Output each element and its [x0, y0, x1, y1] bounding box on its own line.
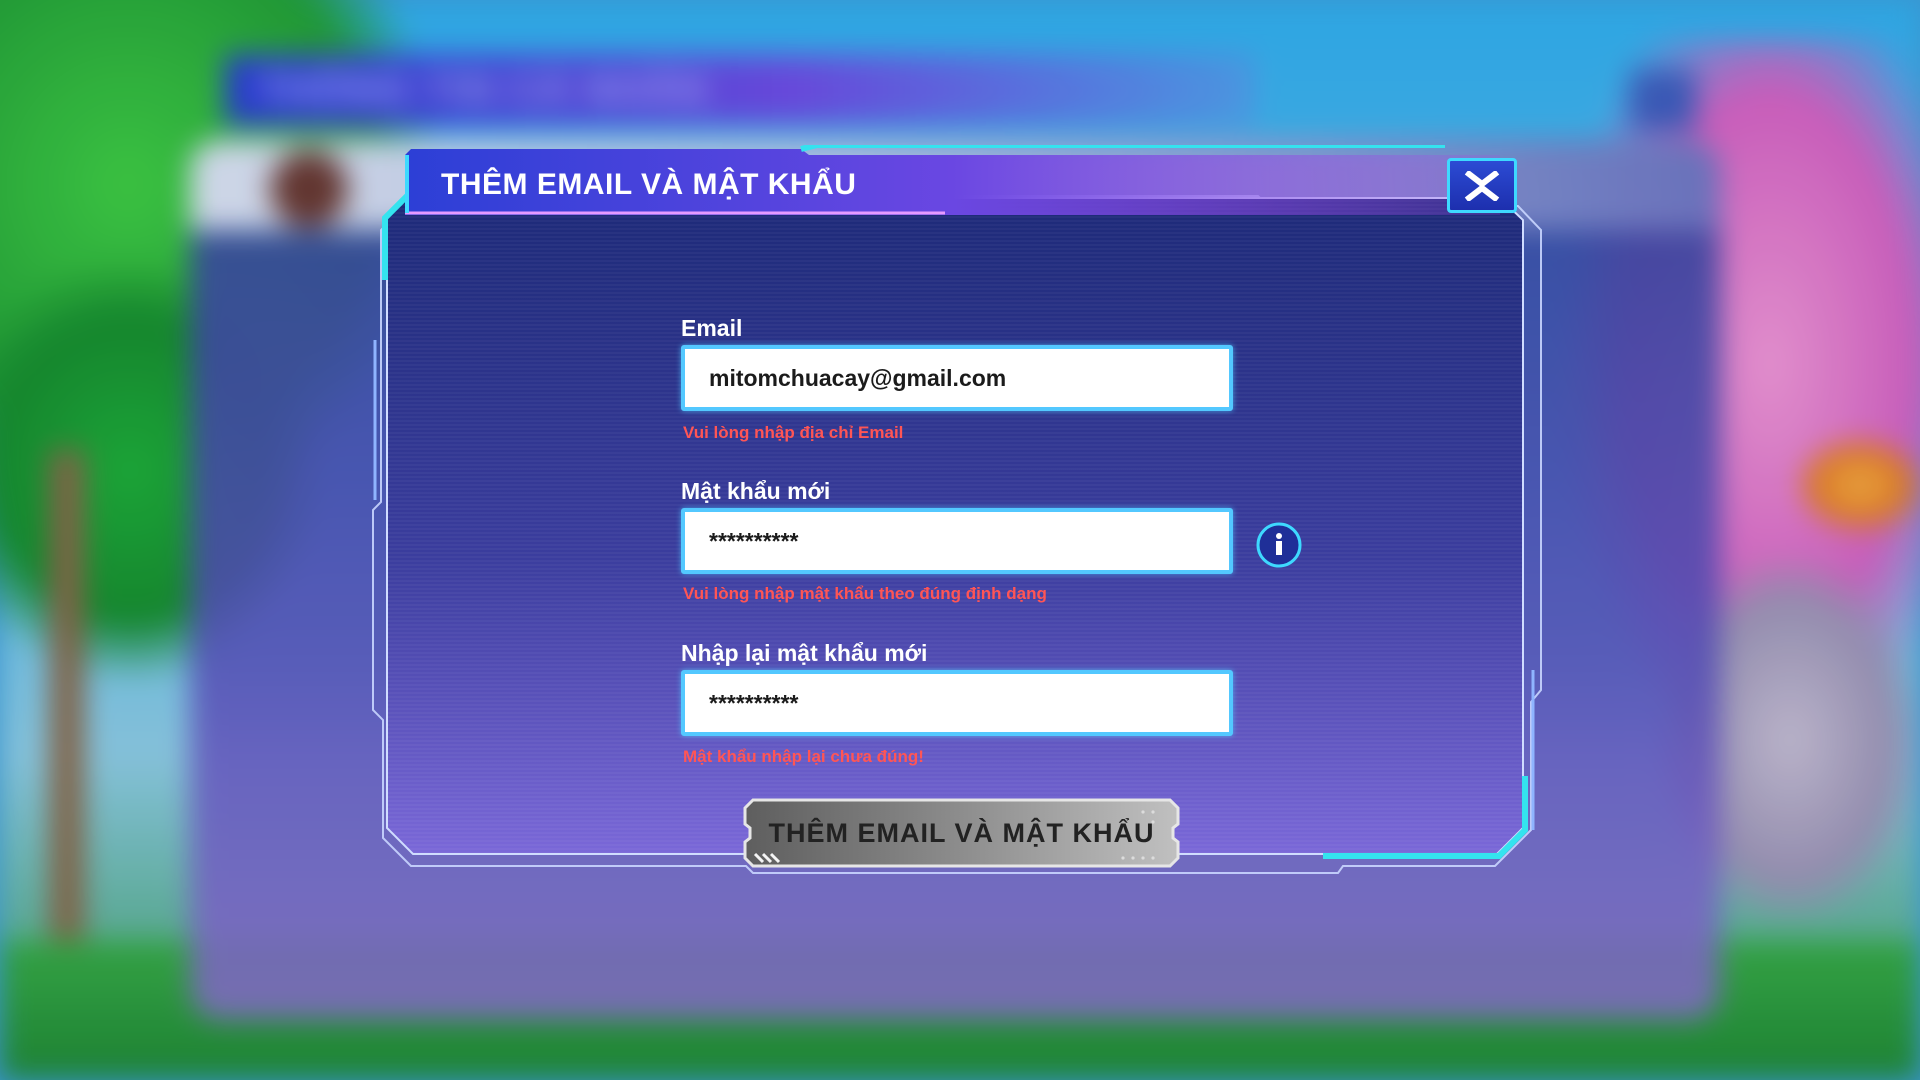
- submit-button[interactable]: THÊM EMAIL VÀ MẬT KHẨU: [743, 798, 1180, 868]
- email-label: Email: [681, 315, 743, 341]
- confirm-password-field-box: [681, 670, 1233, 736]
- email-input[interactable]: [685, 349, 1229, 407]
- dialog-title: THÊM EMAIL VÀ MẬT KHẨU: [441, 168, 857, 201]
- new-password-error: Vui lòng nhập mật khẩu theo đúng định dạ…: [683, 584, 1047, 603]
- close-button[interactable]: [1447, 158, 1517, 213]
- confirm-password-label: Nhập lại mật khẩu mới: [681, 640, 928, 666]
- new-password-label: Mật khẩu mới: [681, 478, 831, 504]
- new-password-input[interactable]: [685, 512, 1229, 570]
- info-icon[interactable]: [1256, 522, 1302, 568]
- add-email-password-dialog: THÊM EMAIL VÀ MẬT KHẨU Email Vui lòng nh…: [363, 140, 1558, 940]
- close-x-icon: [1464, 170, 1500, 201]
- new-password-field-box: [681, 508, 1233, 574]
- email-field-box: [681, 345, 1233, 411]
- confirm-password-input[interactable]: [685, 674, 1229, 732]
- email-error: Vui lòng nhập địa chỉ Email: [683, 423, 904, 442]
- confirm-password-error: Mật khẩu nhập lại chưa đúng!: [683, 747, 924, 766]
- submit-button-label: THÊM EMAIL VÀ MẬT KHẨU: [768, 817, 1155, 848]
